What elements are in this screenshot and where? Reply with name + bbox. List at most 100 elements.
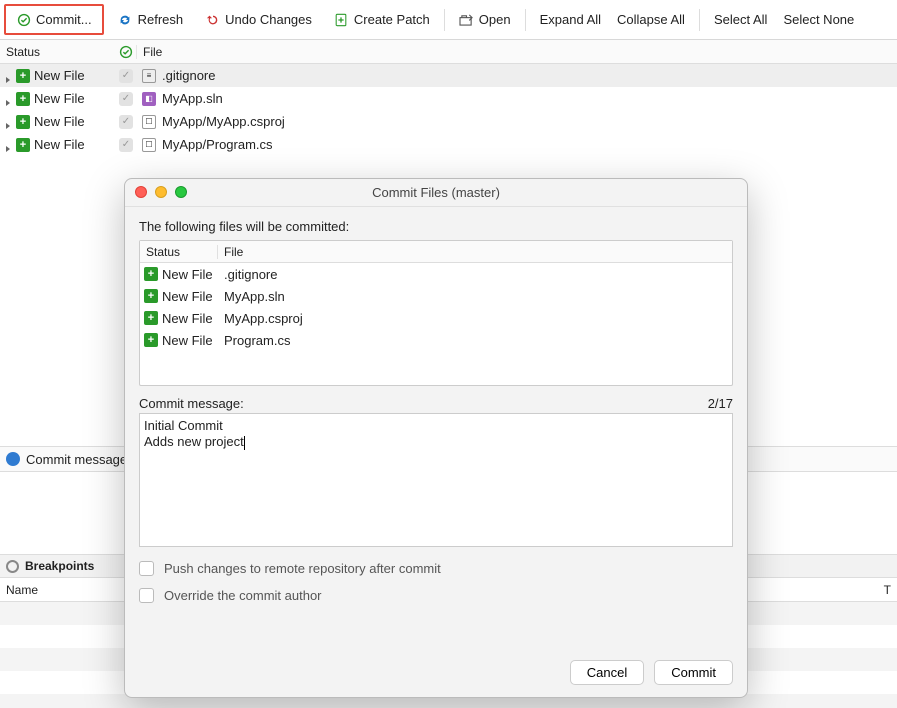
create-patch-button[interactable]: Create Patch <box>326 8 438 31</box>
window-controls <box>135 186 187 198</box>
check-circle-icon <box>119 44 134 59</box>
undo-changes-button[interactable]: Undo Changes <box>197 8 320 31</box>
table-row[interactable]: + New File ◧ MyApp.sln <box>0 87 897 110</box>
dialog-row-status: New File <box>162 267 213 282</box>
commit-label: Commit... <box>36 12 92 27</box>
plus-badge-icon: + <box>16 92 30 106</box>
undo-icon <box>205 12 220 27</box>
row-status-label: New File <box>34 137 85 152</box>
close-window-button[interactable] <box>135 186 147 198</box>
dialog-file-row[interactable]: + New File .gitignore <box>140 263 732 285</box>
breakpoints-icon <box>6 560 19 573</box>
commit-confirm-label: Commit <box>671 665 716 680</box>
plus-badge-icon: + <box>144 289 158 303</box>
dialog-header-status[interactable]: Status <box>140 245 218 259</box>
push-label: Push changes to remote repository after … <box>164 561 441 576</box>
row-status-label: New File <box>34 91 85 106</box>
refresh-label: Refresh <box>138 12 184 27</box>
cs-file-icon: ☐ <box>142 138 156 152</box>
row-file-name: MyApp.sln <box>162 91 223 106</box>
push-checkbox[interactable] <box>139 561 154 576</box>
cancel-label: Cancel <box>587 665 627 680</box>
dialog-row-file: MyApp.csproj <box>218 311 732 326</box>
row-status-label: New File <box>34 68 85 83</box>
file-icon: ≡ <box>142 69 156 83</box>
table-row[interactable]: + New File ☐ MyApp/Program.cs <box>0 133 897 156</box>
patch-icon <box>334 12 349 27</box>
row-checkbox[interactable] <box>119 115 133 129</box>
row-checkbox[interactable] <box>119 69 133 83</box>
expand-all-button[interactable]: Expand All <box>532 8 609 31</box>
dialog-info-text: The following files will be committed: <box>139 219 733 234</box>
header-status[interactable]: Status <box>0 45 116 59</box>
table-row[interactable]: + New File ≡ .gitignore <box>0 64 897 87</box>
dialog-row-file: .gitignore <box>218 267 732 282</box>
plus-badge-icon: + <box>16 115 30 129</box>
select-all-button[interactable]: Select All <box>706 8 775 31</box>
header-check[interactable] <box>116 44 136 59</box>
open-label: Open <box>479 12 511 27</box>
commit-dialog: Commit Files (master) The following file… <box>124 178 748 698</box>
plus-badge-icon: + <box>144 311 158 325</box>
file-rows: + New File ≡ .gitignore + New File ◧ MyA… <box>0 64 897 156</box>
row-file-name: .gitignore <box>162 68 215 83</box>
dialog-row-file: MyApp.sln <box>218 289 732 304</box>
header-file[interactable]: File <box>136 45 897 59</box>
plus-badge-icon: + <box>144 267 158 281</box>
row-file-name: MyApp/Program.cs <box>162 137 273 152</box>
commit-confirm-button[interactable]: Commit <box>654 660 733 685</box>
chevron-right-icon[interactable] <box>4 72 12 80</box>
chevron-right-icon[interactable] <box>4 95 12 103</box>
collapse-all-button[interactable]: Collapse All <box>609 8 693 31</box>
dialog-file-row[interactable]: + New File Program.cs <box>140 329 732 351</box>
patch-label: Create Patch <box>354 12 430 27</box>
refresh-button[interactable]: Refresh <box>110 8 192 31</box>
select-none-button[interactable]: Select None <box>775 8 862 31</box>
dialog-titlebar[interactable]: Commit Files (master) <box>125 179 747 207</box>
dialog-file-row[interactable]: + New File MyApp.csproj <box>140 307 732 329</box>
refresh-icon <box>118 12 133 27</box>
dialog-row-status: New File <box>162 311 213 326</box>
open-button[interactable]: Open <box>451 8 519 31</box>
zoom-window-button[interactable] <box>175 186 187 198</box>
table-row[interactable]: + New File ☐ MyApp/MyApp.csproj <box>0 110 897 133</box>
select-all-label: Select All <box>714 12 767 27</box>
speech-bubble-icon <box>6 452 20 466</box>
commit-button[interactable]: Commit... <box>8 8 100 31</box>
dialog-row-file: Program.cs <box>218 333 732 348</box>
sln-file-icon: ◧ <box>142 92 156 106</box>
dialog-title: Commit Files (master) <box>125 185 747 200</box>
plus-badge-icon: + <box>16 69 30 83</box>
dialog-file-row[interactable]: + New File MyApp.sln <box>140 285 732 307</box>
dialog-row-status: New File <box>162 289 213 304</box>
commit-files-table: Status File + New File .gitignore + New Fi… <box>139 240 733 386</box>
commit-message-tab-label: Commit message <box>26 452 127 467</box>
chevron-right-icon[interactable] <box>4 141 12 149</box>
chevron-right-icon[interactable] <box>4 118 12 126</box>
commit-message-textarea[interactable]: Initial Commit Adds new project <box>139 413 733 547</box>
minimize-window-button[interactable] <box>155 186 167 198</box>
name-header[interactable]: Name <box>6 583 38 597</box>
column-headers: Status File <box>0 40 897 64</box>
collapse-all-label: Collapse All <box>617 12 685 27</box>
commit-message-text: Initial Commit Adds new project <box>144 418 244 449</box>
plus-badge-icon: + <box>144 333 158 347</box>
breakpoints-label: Breakpoints <box>25 559 94 573</box>
open-icon <box>459 12 474 27</box>
toolbar: Commit... Refresh Undo Changes Create Pa… <box>0 0 897 40</box>
check-circle-icon <box>16 12 31 27</box>
override-author-label: Override the commit author <box>164 588 322 603</box>
row-checkbox[interactable] <box>119 92 133 106</box>
t-header[interactable]: T <box>884 583 891 597</box>
select-none-label: Select None <box>783 12 854 27</box>
commit-message-counter: 2/17 <box>708 396 733 411</box>
row-status-label: New File <box>34 114 85 129</box>
cancel-button[interactable]: Cancel <box>570 660 644 685</box>
row-checkbox[interactable] <box>119 138 133 152</box>
dialog-row-status: New File <box>162 333 213 348</box>
override-author-checkbox[interactable] <box>139 588 154 603</box>
plus-badge-icon: + <box>16 138 30 152</box>
expand-all-label: Expand All <box>540 12 601 27</box>
dialog-header-file[interactable]: File <box>218 245 732 259</box>
row-file-name: MyApp/MyApp.csproj <box>162 114 285 129</box>
